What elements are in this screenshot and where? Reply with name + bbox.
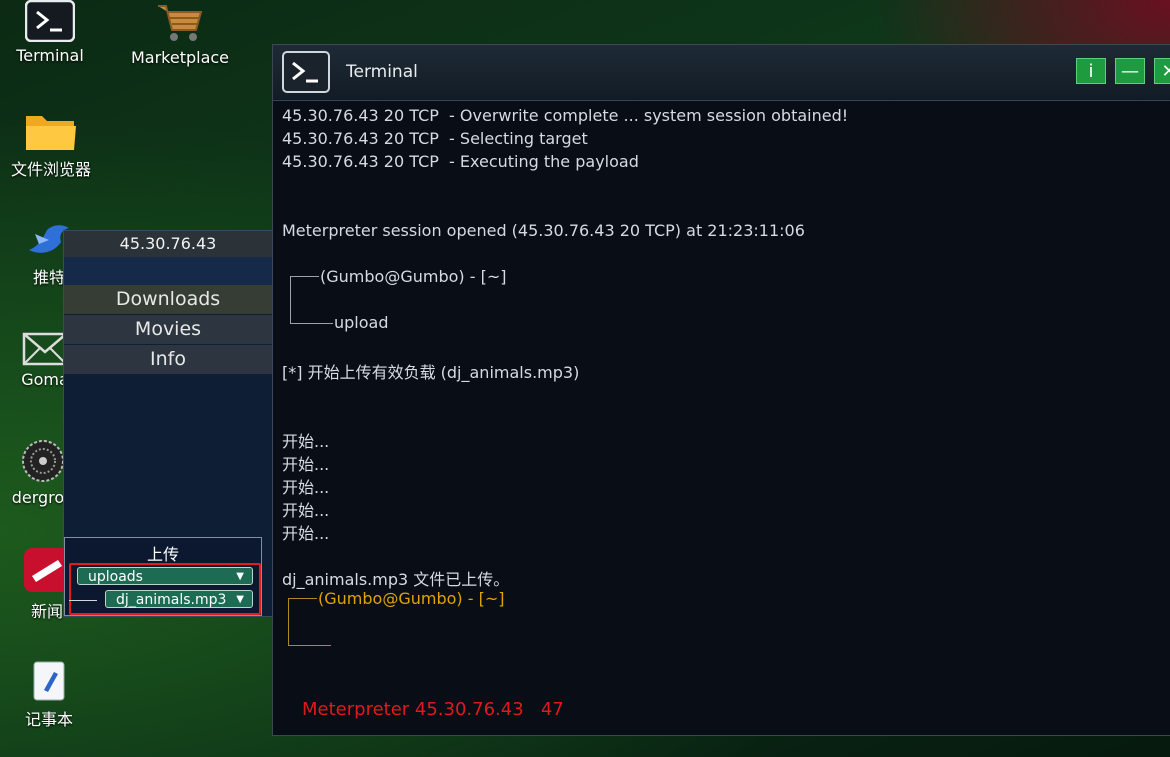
- upload-title: 上传: [146, 545, 179, 564]
- selection-highlight: uploads ▼ dj_animals.mp3 ▼: [69, 563, 261, 615]
- output-line: 45.30.76.43 20 TCP - Overwrite complete …: [282, 106, 849, 125]
- terminal-window[interactable]: Terminal i — ✕ 45.30.76.43 20 TCP - Over…: [272, 44, 1170, 736]
- chevron-down-icon: ▼: [236, 594, 244, 605]
- terminal-titlebar[interactable]: Terminal i — ✕: [273, 45, 1170, 99]
- output-line: 开始...: [282, 478, 330, 497]
- prompt-tree: [290, 301, 333, 324]
- window-title: Terminal: [346, 62, 418, 82]
- prompt-tree: [288, 619, 331, 646]
- folder-icon: [26, 116, 76, 150]
- panel-spacer: [64, 257, 272, 285]
- output-line: 45.30.76.43 20 TCP - Executing the paylo…: [282, 152, 639, 171]
- terminal-output[interactable]: 45.30.76.43 20 TCP - Overwrite complete …: [273, 100, 1170, 735]
- output-line: [*] 开始上传有效负载 (dj_animals.mp3): [282, 363, 580, 382]
- desktop-icon-file-browser[interactable]: 文件浏览器: [0, 110, 106, 180]
- minimize-button[interactable]: —: [1115, 58, 1145, 84]
- desktop-icon-marketplace[interactable]: Marketplace: [125, 0, 235, 67]
- prompt-text: (Gumbo@Gumbo) - [~]: [320, 267, 507, 286]
- terminal-icon: [25, 0, 75, 42]
- remote-host-header: 45.30.76.43: [64, 231, 272, 257]
- prompt-text: (Gumbo@Gumbo) - [~]: [318, 589, 505, 608]
- desktop-label: 记事本: [24, 710, 73, 729]
- menu-item-movies[interactable]: Movies: [64, 315, 272, 344]
- remote-panel[interactable]: 45.30.76.43 Downloads Movies Info 上传 upl…: [63, 230, 273, 617]
- output-line: Meterpreter session opened (45.30.76.43 …: [282, 221, 805, 240]
- output-line: 开始...: [282, 524, 330, 543]
- desktop-label: Terminal: [16, 46, 84, 65]
- shopping-cart-icon: [158, 5, 203, 41]
- close-button[interactable]: ✕: [1154, 58, 1170, 84]
- desktop-label: 文件浏览器: [10, 160, 91, 179]
- folder-value: uploads: [88, 569, 143, 585]
- status-text: Meterpreter 45.30.76.43 47: [302, 699, 564, 720]
- desktop-icon-notepad[interactable]: 记事本: [0, 660, 104, 730]
- folder-dropdown[interactable]: uploads ▼: [77, 567, 253, 585]
- output-line: dj_animals.mp3 文件已上传。: [282, 570, 510, 589]
- menu-item-info[interactable]: Info: [64, 345, 272, 374]
- file-value: dj_animals.mp3: [116, 592, 227, 608]
- chevron-down-icon: ▼: [236, 571, 244, 582]
- menu-item-downloads[interactable]: Downloads: [64, 285, 272, 314]
- notepad-icon: [33, 661, 65, 701]
- output-line: 开始...: [282, 455, 330, 474]
- tree-connector: [69, 600, 97, 601]
- command-text: upload: [334, 313, 389, 332]
- terminal-icon: [282, 51, 330, 93]
- info-button[interactable]: i: [1076, 58, 1106, 84]
- upload-section: 上传 uploads ▼ dj_animals.mp3 ▼: [64, 537, 262, 616]
- desktop-label: Marketplace: [130, 48, 230, 67]
- underground-icon: [22, 440, 64, 482]
- desktop-icon-terminal[interactable]: Terminal: [0, 0, 105, 65]
- output-line: 开始...: [282, 432, 330, 451]
- output-line: 开始...: [282, 501, 330, 520]
- mail-icon: [22, 332, 68, 366]
- output-line: 45.30.76.43 20 TCP - Selecting target: [282, 129, 588, 148]
- file-dropdown[interactable]: dj_animals.mp3 ▼: [105, 590, 253, 608]
